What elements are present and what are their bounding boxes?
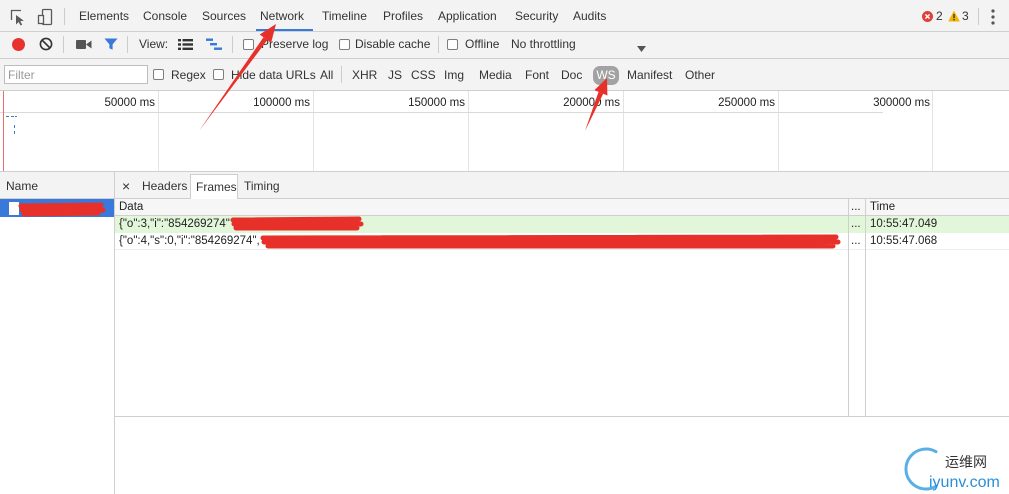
tab-console[interactable]: Console bbox=[143, 0, 187, 31]
toolbar-separator bbox=[64, 8, 65, 25]
toolbar-separator bbox=[232, 36, 233, 53]
filter-funnel-icon[interactable] bbox=[104, 37, 118, 51]
close-detail-button[interactable]: × bbox=[122, 172, 130, 199]
type-filter-ws[interactable]: WS bbox=[593, 66, 619, 85]
frame-data-cell[interactable]: {"o":3,"i":"854269274" bbox=[119, 216, 230, 233]
overview-gridline bbox=[468, 91, 469, 171]
type-filter-xhr[interactable]: XHR bbox=[352, 59, 377, 90]
hide-data-urls-label[interactable]: Hide data URLs bbox=[231, 59, 316, 90]
tab-profiles[interactable]: Profiles bbox=[383, 0, 423, 31]
tab-network[interactable]: Network bbox=[260, 0, 304, 31]
type-filter-manifest[interactable]: Manifest bbox=[627, 59, 672, 90]
preserve-log-checkbox[interactable] bbox=[243, 39, 254, 50]
column-divider[interactable] bbox=[848, 199, 849, 416]
overview-gridline bbox=[778, 91, 779, 171]
tab-application[interactable]: Application bbox=[438, 0, 497, 31]
toolbar-separator bbox=[63, 36, 64, 53]
clear-icon[interactable] bbox=[39, 37, 53, 51]
warning-icon[interactable] bbox=[948, 10, 960, 22]
tab-audits[interactable]: Audits bbox=[573, 0, 606, 31]
toolbar-separator bbox=[341, 66, 342, 83]
type-filter-other[interactable]: Other bbox=[685, 59, 715, 90]
regex-checkbox[interactable] bbox=[153, 69, 164, 80]
disable-cache-checkbox[interactable] bbox=[339, 39, 350, 50]
frame-time-cell[interactable]: 10:55:47.049 bbox=[870, 216, 937, 233]
inspect-element-icon[interactable] bbox=[10, 9, 26, 26]
request-activity-mark bbox=[14, 125, 15, 128]
request-activity-mark bbox=[6, 116, 9, 117]
offline-label[interactable]: Offline bbox=[465, 32, 499, 58]
tab-sources[interactable]: Sources bbox=[202, 0, 246, 31]
tab-elements[interactable]: Elements bbox=[79, 0, 129, 31]
request-activity-mark bbox=[11, 116, 14, 117]
load-event-marker bbox=[3, 91, 4, 171]
type-filter-font[interactable]: Font bbox=[525, 59, 549, 90]
frames-header-time[interactable]: Time bbox=[870, 199, 895, 216]
tab-timing[interactable]: Timing bbox=[244, 172, 280, 199]
tab-headers[interactable]: Headers bbox=[142, 172, 187, 199]
toolbar-separator bbox=[978, 8, 979, 25]
overview-tick-label: 250000 ms bbox=[718, 97, 775, 109]
file-icon bbox=[9, 202, 19, 215]
device-toolbar-icon[interactable] bbox=[37, 8, 53, 26]
disable-cache-label[interactable]: Disable cache bbox=[355, 32, 430, 58]
overview-tick-label: 300000 ms bbox=[873, 97, 930, 109]
tab-security[interactable]: Security bbox=[515, 0, 558, 31]
offline-checkbox[interactable] bbox=[447, 39, 458, 50]
throttling-select[interactable]: No throttling bbox=[511, 32, 576, 58]
error-count[interactable]: 2 bbox=[936, 0, 943, 31]
overview-gridline bbox=[158, 91, 159, 171]
frames-header-data[interactable]: Data bbox=[119, 199, 143, 216]
view-label: View: bbox=[139, 37, 169, 51]
frames-header-more[interactable]: ... bbox=[851, 199, 861, 216]
overview-tick-label: 100000 ms bbox=[253, 97, 310, 109]
tab-timeline[interactable]: Timeline bbox=[322, 0, 367, 31]
type-filter-img[interactable]: Img bbox=[444, 59, 464, 90]
overview-gridline bbox=[932, 91, 933, 171]
type-filter-all[interactable]: All bbox=[320, 59, 333, 90]
overview-gridline bbox=[313, 91, 314, 171]
request-activity-mark bbox=[15, 116, 17, 117]
request-activity-mark bbox=[14, 131, 15, 134]
list-view-icon[interactable] bbox=[178, 39, 193, 50]
overview-tick-label: 50000 ms bbox=[104, 97, 155, 109]
name-column-header[interactable]: Name bbox=[6, 172, 38, 199]
screenshot-camera-icon[interactable] bbox=[76, 39, 92, 50]
error-icon[interactable] bbox=[922, 11, 933, 22]
toolbar-separator bbox=[438, 36, 439, 53]
frame-data-cell[interactable]: {"o":4,"s":0,"i":"854269274", bbox=[119, 233, 260, 250]
regex-label[interactable]: Regex bbox=[171, 59, 206, 90]
warning-count[interactable]: 3 bbox=[962, 0, 969, 31]
hide-data-urls-checkbox[interactable] bbox=[213, 69, 224, 80]
tab-frames[interactable]: Frames bbox=[190, 174, 238, 199]
frame-more-cell[interactable]: ... bbox=[851, 233, 861, 250]
active-tab-underline bbox=[256, 29, 313, 31]
tab-frames-label: Frames bbox=[196, 180, 237, 194]
watermark-name: 运维网 bbox=[945, 455, 987, 471]
column-divider[interactable] bbox=[865, 199, 866, 416]
filter-input[interactable] bbox=[4, 65, 148, 84]
more-menu-icon[interactable] bbox=[991, 9, 995, 25]
preserve-log-label[interactable]: Preserve log bbox=[261, 32, 328, 58]
record-button[interactable] bbox=[12, 38, 25, 51]
frame-more-cell[interactable]: ... bbox=[851, 216, 861, 233]
frame-time-cell[interactable]: 10:55:47.068 bbox=[870, 233, 937, 250]
type-filter-js[interactable]: JS bbox=[388, 59, 402, 90]
dropdown-arrow-icon[interactable] bbox=[637, 41, 646, 52]
toolbar-separator bbox=[127, 36, 128, 53]
type-filter-css[interactable]: CSS bbox=[411, 59, 436, 90]
type-filter-media[interactable]: Media bbox=[479, 59, 512, 90]
overview-gridline bbox=[623, 91, 624, 171]
watermark-site: iyunv.com bbox=[929, 474, 1000, 491]
overview-tick-label: 200000 ms bbox=[563, 97, 620, 109]
waterfall-view-icon[interactable] bbox=[206, 38, 222, 51]
watermark-logo: 运维网 iyunv.com bbox=[904, 447, 1000, 491]
overview-tick-label: 150000 ms bbox=[408, 97, 465, 109]
type-filter-doc[interactable]: Doc bbox=[561, 59, 582, 90]
frame-detail-splitter[interactable] bbox=[115, 416, 1009, 417]
overview-divider-line bbox=[0, 112, 883, 113]
